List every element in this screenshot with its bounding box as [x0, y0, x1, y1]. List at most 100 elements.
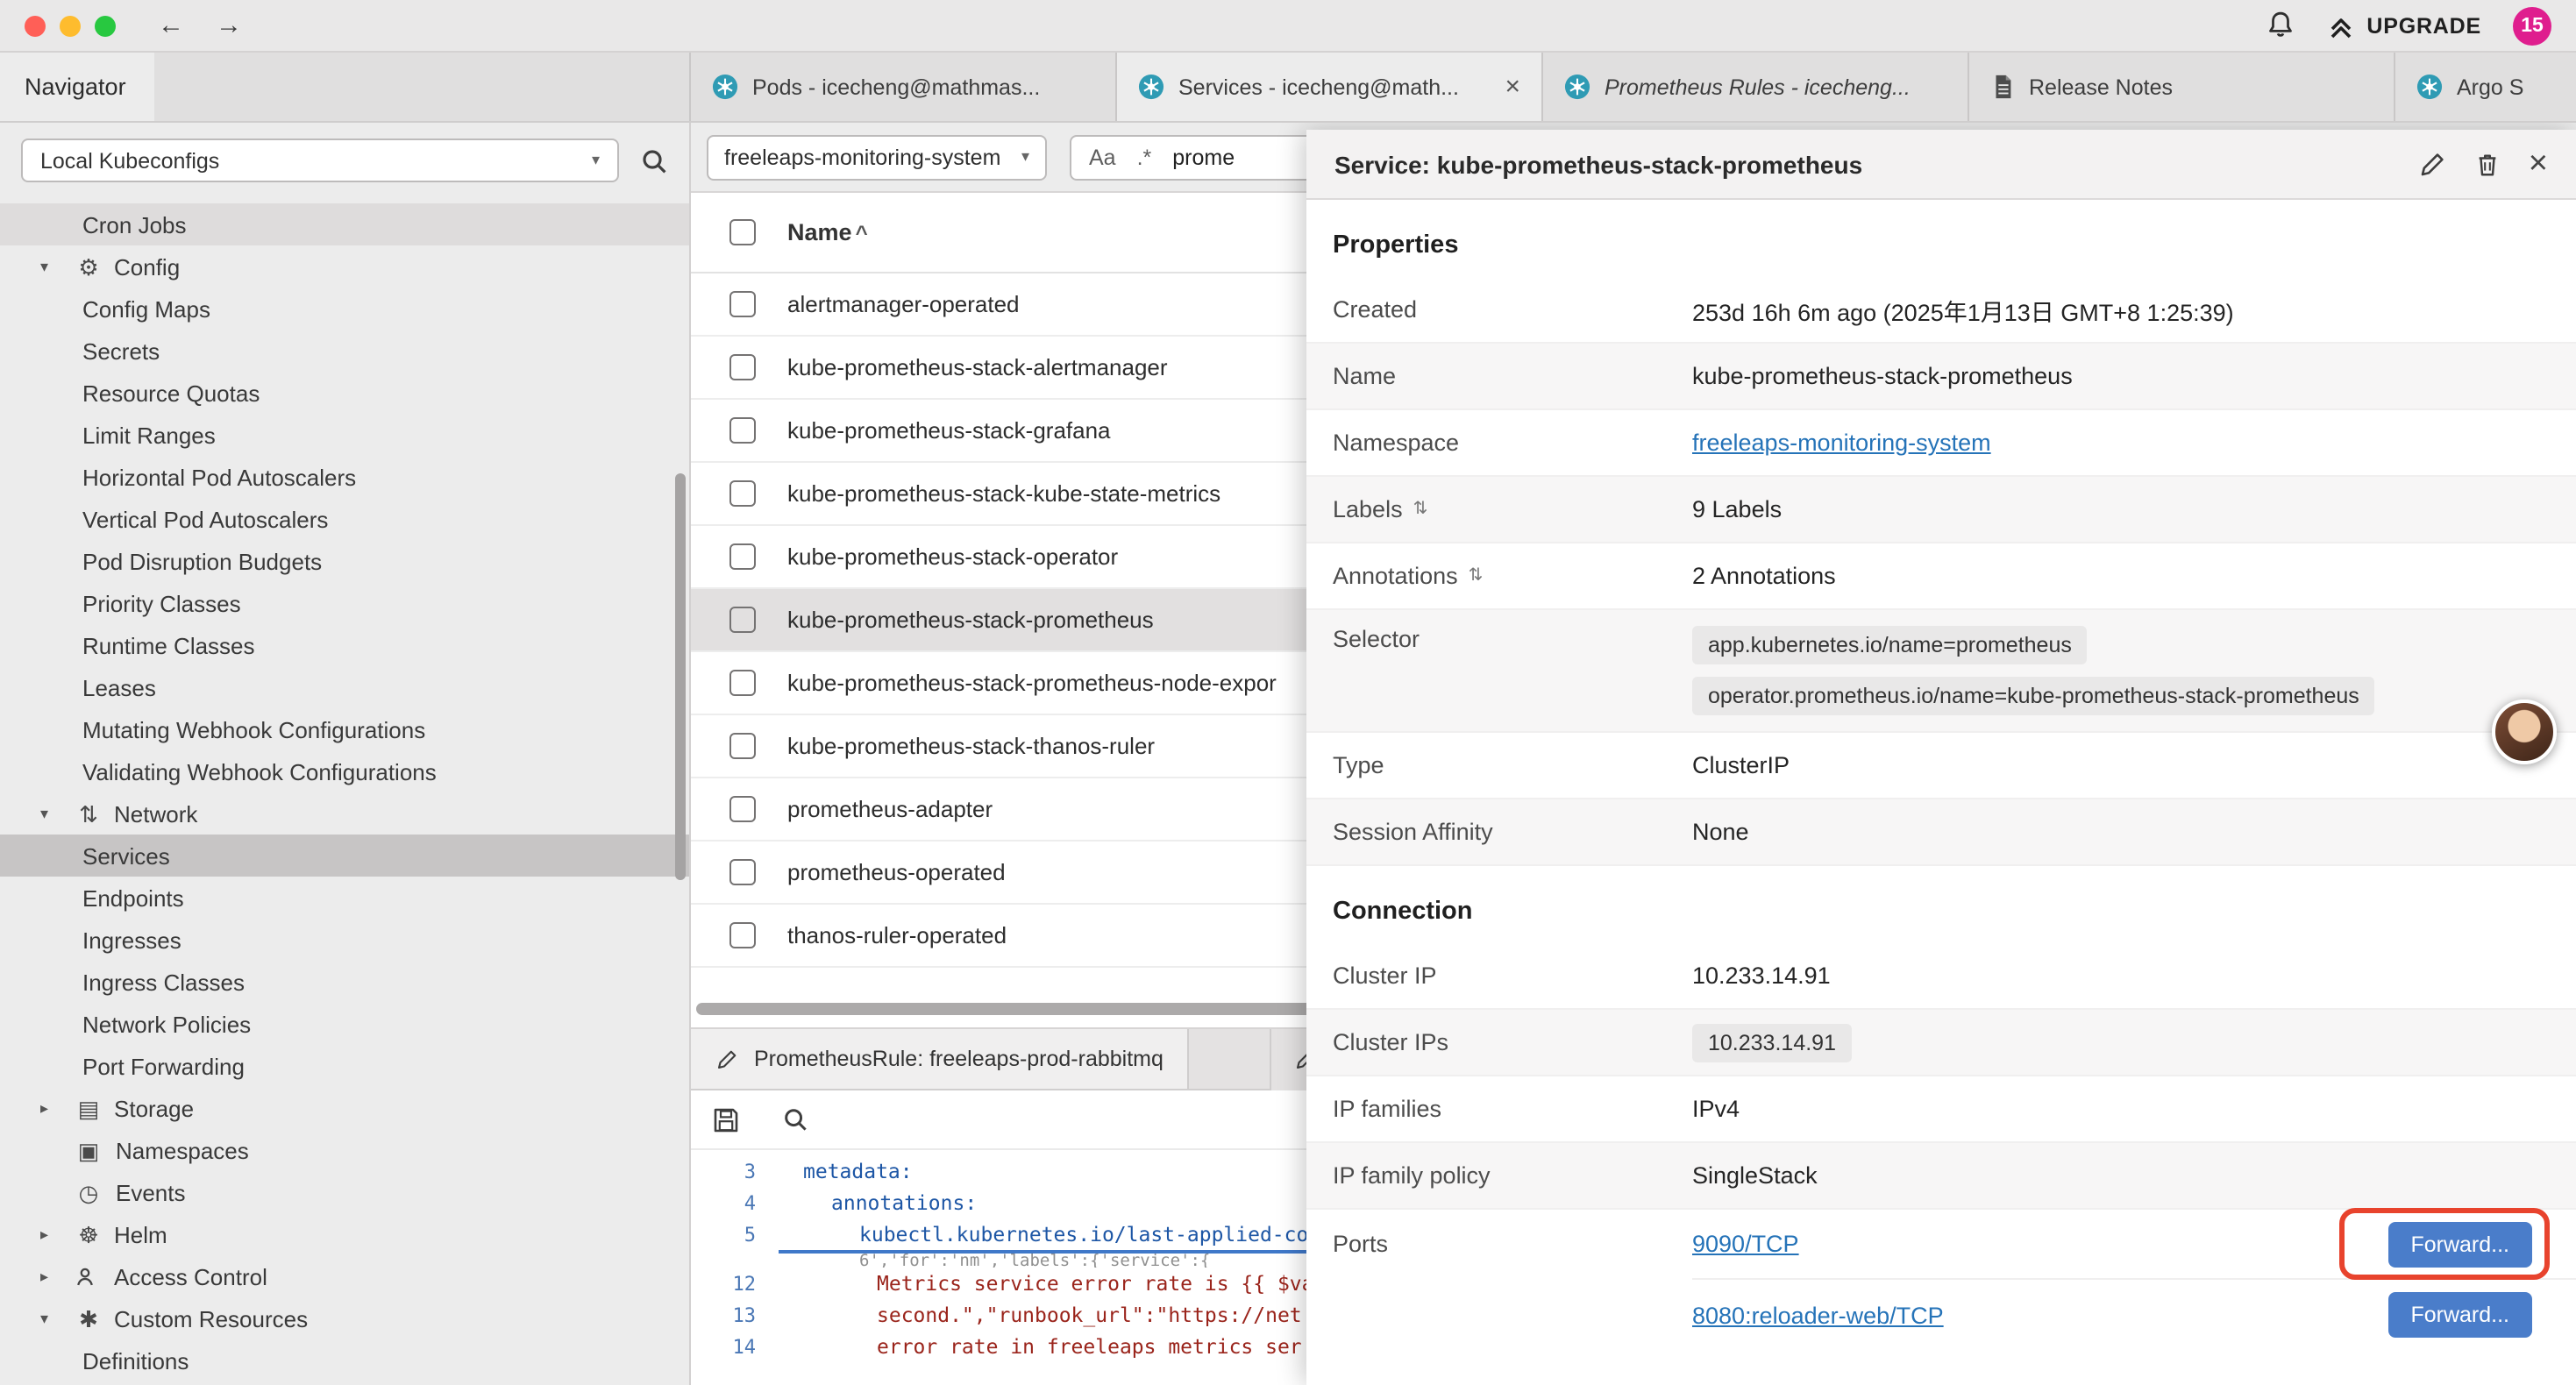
row-value: 253d 16h 6m ago (2025年1月13日 GMT+8 1:25:3…	[1692, 292, 2234, 327]
row-checkbox[interactable]	[729, 607, 756, 633]
row-checkbox[interactable]	[729, 354, 756, 380]
sidebar-item-priority-classes[interactable]: Priority Classes	[0, 582, 689, 624]
horizontal-scrollbar-thumb[interactable]	[696, 1003, 1320, 1015]
sidebar-item-ingress-classes[interactable]: Ingress Classes	[0, 961, 689, 1003]
sidebar-item-runtime-classes[interactable]: Runtime Classes	[0, 624, 689, 666]
close-drawer-button[interactable]: ×	[2529, 147, 2548, 181]
row-checkbox[interactable]	[729, 859, 756, 885]
avatar[interactable]	[2492, 700, 2557, 764]
sidebar-item-port-forwarding[interactable]: Port Forwarding	[0, 1045, 689, 1087]
notification-bell-icon[interactable]	[2265, 11, 2295, 40]
service-name: kube-prometheus-stack-thanos-ruler	[787, 733, 1155, 759]
sidebar-item-network[interactable]: ▾⇅Network	[0, 792, 689, 835]
chevron-right-icon[interactable]: ▸	[40, 1225, 63, 1244]
service-name: kube-prometheus-stack-alertmanager	[787, 354, 1168, 380]
forward-button-9090[interactable]: Forward...	[2387, 1221, 2532, 1267]
chevron-right-icon[interactable]: ▸	[40, 1098, 63, 1118]
sidebar-item-cron-jobs[interactable]: Cron Jobs	[0, 203, 689, 245]
labels-expand-toggle[interactable]: ⇅	[1413, 500, 1428, 519]
upgrade-label: UPGRADE	[2366, 13, 2481, 38]
sidebar-item-endpoints[interactable]: Endpoints	[0, 877, 689, 919]
sidebar-item-resource-quotas[interactable]: Resource Quotas	[0, 372, 689, 414]
row-checkbox[interactable]	[729, 543, 756, 570]
sidebar-item-ingresses[interactable]: Ingresses	[0, 919, 689, 961]
navigator-tab[interactable]: Navigator	[0, 53, 154, 121]
row-checkbox[interactable]	[729, 291, 756, 317]
annotations-expand-toggle[interactable]: ⇅	[1469, 566, 1484, 586]
row-checkbox[interactable]	[729, 733, 756, 759]
column-header-name[interactable]: Name^	[787, 219, 868, 245]
row-checkbox[interactable]	[729, 796, 756, 822]
namespace-select-value: freeleaps-monitoring-system	[724, 145, 1000, 169]
zoom-window-button[interactable]	[95, 15, 116, 36]
search-icon[interactable]	[640, 146, 668, 174]
sidebar-item-limit-ranges[interactable]: Limit Ranges	[0, 414, 689, 456]
row-label: Ports	[1333, 1210, 1692, 1257]
sidebar-item-storage[interactable]: ▸▤Storage	[0, 1087, 689, 1129]
row-label: Annotations	[1333, 563, 1458, 589]
sidebar-item-helm[interactable]: ▸☸Helm	[0, 1213, 689, 1255]
tab-prometheus-rules[interactable]: Prometheus Rules - icecheng...	[1543, 53, 1969, 121]
sidebar-item-secrets[interactable]: Secrets	[0, 330, 689, 372]
sidebar-item-access-control[interactable]: ▸Access Control	[0, 1255, 689, 1297]
tab-services[interactable]: Services - icecheng@math... ×	[1117, 53, 1543, 121]
sidebar-item-custom-resources[interactable]: ▾✱Custom Resources	[0, 1297, 689, 1339]
minimize-window-button[interactable]	[60, 15, 81, 36]
sidebar-item-horizontal-pod-autoscalers[interactable]: Horizontal Pod Autoscalers	[0, 456, 689, 498]
forward-button[interactable]: →	[216, 11, 242, 40]
close-window-button[interactable]	[25, 15, 46, 36]
tab-argo[interactable]: Argo S	[2395, 53, 2576, 121]
edit-button[interactable]	[2418, 150, 2446, 178]
row-checkbox[interactable]	[729, 480, 756, 507]
regex-toggle[interactable]: .*	[1137, 146, 1152, 170]
item-label: Port Forwarding	[82, 1053, 245, 1079]
dock-tab-prometheusrule[interactable]: PrometheusRule: freeleaps-prod-rabbitmq	[691, 1029, 1190, 1089]
sidebar-item-services[interactable]: Services	[0, 835, 689, 877]
match-case-toggle[interactable]: Aa	[1089, 146, 1116, 170]
tab-release-notes[interactable]: Release Notes	[1969, 53, 2395, 121]
app-window: ← → UPGRADE 15 Navigator Pods - icechen	[0, 0, 2576, 1385]
delete-button[interactable]	[2474, 150, 2501, 178]
edit-icon	[715, 1048, 738, 1070]
sidebar-item-definitions[interactable]: Definitions	[0, 1339, 689, 1381]
notifications-badge[interactable]: 15	[2513, 6, 2551, 45]
sidebar-item-events[interactable]: ◷Events	[0, 1171, 689, 1213]
chevron-down-icon[interactable]: ▾	[40, 257, 63, 276]
sidebar-item-validating-webhook-configurations[interactable]: Validating Webhook Configurations	[0, 750, 689, 792]
sidebar-item-vertical-pod-autoscalers[interactable]: Vertical Pod Autoscalers	[0, 498, 689, 540]
kubernetes-icon	[1564, 74, 1590, 100]
back-button[interactable]: ←	[158, 11, 184, 40]
select-all-checkbox[interactable]	[729, 219, 756, 245]
sidebar-item-config-maps[interactable]: Config Maps	[0, 288, 689, 330]
upgrade-button[interactable]: UPGRADE	[2326, 11, 2481, 39]
sidebar-item-config[interactable]: ▾⚙Config	[0, 245, 689, 288]
tab-bar: Navigator Pods - icecheng@mathmas... Ser…	[0, 53, 2576, 123]
row-checkbox[interactable]	[729, 670, 756, 696]
chevron-down-icon[interactable]: ▾	[40, 1309, 63, 1328]
editor-search-button[interactable]	[782, 1106, 808, 1133]
row-checkbox[interactable]	[729, 417, 756, 444]
row-checkbox[interactable]	[729, 922, 756, 948]
sidebar-item-pod-disruption-budgets[interactable]: Pod Disruption Budgets	[0, 540, 689, 582]
port-link-8080[interactable]: 8080:reloader-web/TCP	[1692, 1302, 1944, 1328]
kubeconfig-select[interactable]: Local Kubeconfigs ▾	[21, 138, 619, 182]
chevron-down-icon[interactable]: ▾	[40, 804, 63, 823]
titlebar: ← → UPGRADE 15	[0, 0, 2576, 53]
forward-button-8080[interactable]: Forward...	[2387, 1292, 2532, 1338]
sidebar-item-mutating-webhook-configurations[interactable]: Mutating Webhook Configurations	[0, 708, 689, 750]
row-value: kube-prometheus-stack-prometheus	[1692, 363, 2073, 389]
save-button[interactable]	[712, 1105, 740, 1133]
tab-pods[interactable]: Pods - icecheng@mathmas...	[691, 53, 1117, 121]
close-tab-icon[interactable]: ×	[1505, 74, 1520, 100]
namespace-select[interactable]: freeleaps-monitoring-system ▾	[707, 134, 1047, 180]
namespace-link[interactable]: freeleaps-monitoring-system	[1692, 430, 1991, 456]
sidebar-item-leases[interactable]: Leases	[0, 666, 689, 708]
sidebar-item-namespaces[interactable]: ▣Namespaces	[0, 1129, 689, 1171]
port-link-9090[interactable]: 9090/TCP	[1692, 1231, 1799, 1257]
sidebar-item-network-policies[interactable]: Network Policies	[0, 1003, 689, 1045]
item-label: Mutating Webhook Configurations	[82, 716, 425, 742]
sidebar-scrollbar-thumb[interactable]	[675, 473, 686, 880]
chevron-right-icon[interactable]: ▸	[40, 1267, 63, 1286]
access-control-icon	[74, 1265, 103, 1288]
search-query: prome	[1172, 146, 1235, 170]
